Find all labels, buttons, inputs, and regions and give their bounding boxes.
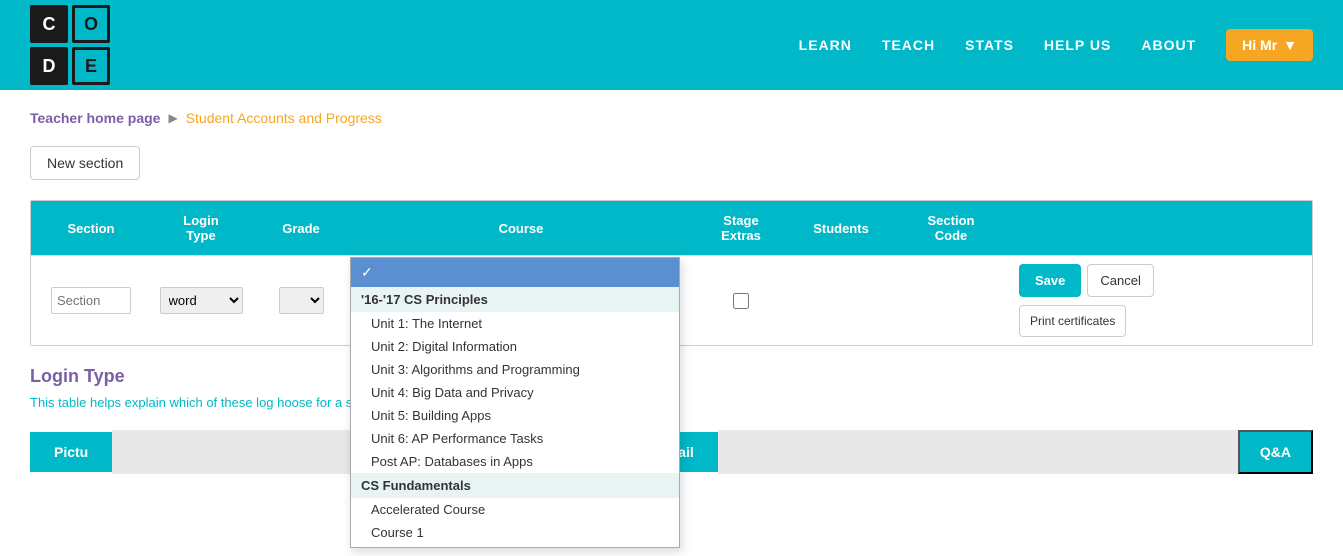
course-item-unit3[interactable]: Unit 3: Algorithms and Programming [351, 358, 679, 381]
breadcrumb-separator: ▶ [168, 111, 177, 125]
logo-c: C [30, 5, 68, 43]
login-type-cell: word email google facebook [151, 277, 251, 324]
col-section-code: SectionCode [891, 201, 1011, 255]
nav-help[interactable]: HELP US [1044, 37, 1111, 53]
grade-select[interactable]: K 1 2 3 4 5 6 7 8 9 10 11 12 [279, 287, 324, 314]
course-item-unit2[interactable]: Unit 2: Digital Information [351, 335, 679, 358]
tab-qna[interactable]: Q&A [1238, 430, 1313, 474]
nav-teach[interactable]: TEACH [882, 37, 935, 53]
dropdown-items-list: '16-'17 CS Principles Unit 1: The Intern… [351, 287, 679, 547]
tab-picture[interactable]: Pictu [30, 432, 112, 472]
nav-learn[interactable]: LEARN [799, 37, 852, 53]
col-extra [1151, 201, 1251, 255]
col-section: Section [31, 201, 151, 255]
nav-stats[interactable]: STATS [965, 37, 1014, 53]
primary-actions: Save Cancel [1019, 264, 1154, 297]
course-item-unit5[interactable]: Unit 5: Building Apps [351, 404, 679, 427]
header: C O D E LEARN TEACH STATS HELP US ABOUT … [0, 0, 1343, 90]
group-cs-fundamentals: CS Fundamentals [351, 473, 679, 498]
new-section-button[interactable]: New section [30, 146, 140, 180]
logo-o: O [72, 5, 110, 43]
course-dropdown-menu: ✓ '16-'17 CS Principles Unit 1: The Inte… [350, 257, 680, 548]
course-item-course2[interactable]: Course 2 [351, 544, 679, 547]
nav: LEARN TEACH STATS HELP US ABOUT Hi Mr ▼ [799, 29, 1313, 61]
user-menu-button[interactable]: Hi Mr ▼ [1226, 29, 1313, 61]
logo: C O D E [30, 5, 110, 85]
col-login-type: LoginType [151, 201, 251, 255]
chevron-down-icon: ▼ [1283, 37, 1297, 53]
col-grade: Grade [251, 201, 351, 255]
check-icon: ✓ [361, 264, 373, 281]
stage-extras-cell [691, 283, 791, 319]
course-item-unit1[interactable]: Unit 1: The Internet [351, 312, 679, 335]
breadcrumb-home-link[interactable]: Teacher home page [30, 110, 160, 126]
section-code-cell [891, 291, 1011, 311]
grade-cell: K 1 2 3 4 5 6 7 8 9 10 11 12 [251, 277, 351, 324]
course-item-post-ap[interactable]: Post AP: Databases in Apps [351, 450, 679, 473]
course-item-unit6[interactable]: Unit 6: AP Performance Tasks [351, 427, 679, 450]
nav-about[interactable]: ABOUT [1141, 37, 1196, 53]
group-cs-principles: '16-'17 CS Principles [351, 287, 679, 312]
cancel-button[interactable]: Cancel [1087, 264, 1153, 297]
stage-extras-checkbox[interactable] [733, 293, 749, 309]
new-section-area: New section [0, 136, 1343, 200]
logo-e: E [72, 47, 110, 85]
col-stage-extras: StageExtras [691, 201, 791, 255]
section-name-input[interactable] [51, 287, 131, 314]
action-buttons-cell: Save Cancel Print certificates [1011, 256, 1151, 345]
logo-d: D [30, 47, 68, 85]
section-name-cell [31, 277, 151, 324]
dropdown-header: ✓ [351, 258, 679, 287]
extra-cell [1151, 291, 1251, 311]
course-item-unit4[interactable]: Unit 4: Big Data and Privacy [351, 381, 679, 404]
breadcrumb: Teacher home page ▶ Student Accounts and… [0, 90, 1343, 136]
table-header: Section LoginType Grade Course StageExtr… [31, 201, 1312, 255]
save-button[interactable]: Save [1019, 264, 1081, 297]
sections-table: Section LoginType Grade Course StageExtr… [30, 200, 1313, 346]
col-actions [1011, 201, 1151, 255]
course-item-accelerated[interactable]: Accelerated Course [351, 498, 679, 521]
col-students: Students [791, 201, 891, 255]
breadcrumb-current: Student Accounts and Progress [186, 110, 382, 126]
col-course: Course [351, 201, 691, 255]
login-type-select[interactable]: word email google facebook [160, 287, 243, 314]
tab-spacer-2 [718, 430, 1238, 474]
print-certificates-button[interactable]: Print certificates [1019, 305, 1126, 337]
students-cell [791, 291, 891, 311]
course-item-course1[interactable]: Course 1 [351, 521, 679, 544]
